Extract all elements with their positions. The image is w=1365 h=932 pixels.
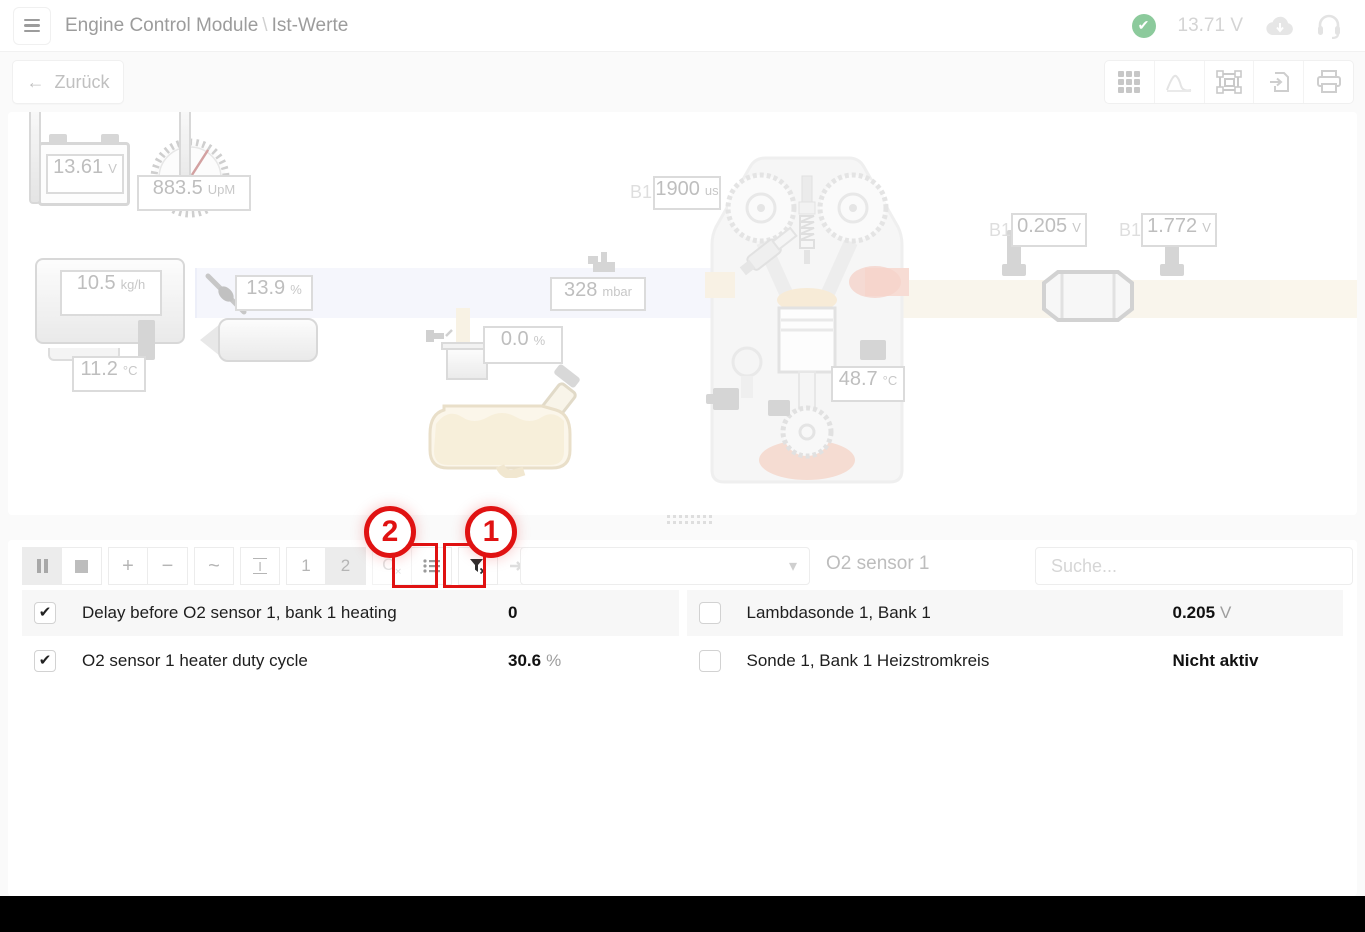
table-row[interactable]: Sonde 1, Bank 1 Heizstromkreis Nicht akt… — [687, 638, 1344, 686]
engine-sensor-right — [860, 340, 886, 360]
grid-icon — [1118, 71, 1140, 93]
breadcrumb-module: Engine Control Module — [65, 15, 258, 36]
stop-icon — [75, 560, 88, 573]
manifold-pressure-box: 328mbar — [550, 277, 646, 311]
annotation-circle-2: 2 — [364, 506, 416, 558]
group-dropdown[interactable]: ▾ — [520, 547, 810, 585]
row-checkbox[interactable]: ✔ — [34, 650, 56, 672]
zoom-in-button[interactable]: + — [108, 547, 148, 585]
selection-box-icon — [1216, 70, 1242, 94]
row-checkbox[interactable] — [699, 602, 721, 624]
stop-button[interactable] — [62, 547, 102, 585]
graph-mode-button[interactable]: ~ — [194, 547, 234, 585]
chart-view-button[interactable] — [1155, 61, 1205, 103]
table-row[interactable]: Lambdasonde 1, Bank 1 0.205V — [687, 590, 1344, 638]
row-label: Lambdasonde 1, Bank 1 — [747, 603, 931, 623]
export-button[interactable] — [1254, 61, 1304, 103]
pause-icon — [37, 559, 48, 573]
row-value: Nicht aktiv — [1173, 651, 1264, 671]
row-value: 30.6% — [508, 651, 561, 671]
breadcrumb-separator: \ — [258, 15, 271, 36]
row-label: Delay before O2 sensor 1, bank 1 heating — [82, 603, 397, 623]
printer-icon — [1316, 70, 1342, 94]
chevron-down-icon: ▾ — [789, 556, 797, 576]
schematic-view-button[interactable] — [1205, 61, 1255, 103]
engine-sensor-left-tip — [706, 394, 716, 404]
engine-diagram-panel: 13.61V 883.5UpM 10.5kg/h 11.2°C — [8, 112, 1357, 515]
maf-temp-sensor-stub — [138, 320, 155, 360]
row-label: O2 sensor 1 heater duty cycle — [82, 651, 308, 671]
purge-valve-box: 0.0% — [483, 326, 563, 364]
row-unit: % — [546, 651, 561, 670]
back-label: Zurück — [54, 72, 109, 93]
breadcrumb: Engine Control Module\Ist-Werte — [65, 15, 348, 37]
engine-speed-box: 883.5UpM — [137, 175, 251, 211]
row-value: 0.205V — [1173, 603, 1232, 623]
min-max-button[interactable]: I — [240, 547, 280, 585]
minus-icon: − — [162, 555, 174, 578]
intake-temp-box: 11.2°C — [72, 356, 146, 392]
catalytic-converter-icon — [1038, 268, 1138, 324]
maf-endcap-left — [29, 112, 41, 204]
idle-actuator-tip — [200, 324, 220, 356]
battery-voltage-status: 13.71 V — [1178, 15, 1244, 37]
back-button[interactable]: ← Zurück — [12, 60, 124, 104]
table-row[interactable]: ✔ Delay before O2 sensor 1, bank 1 heati… — [22, 590, 679, 638]
wave-icon: ~ — [208, 555, 220, 578]
cloud-download-icon[interactable] — [1265, 15, 1295, 37]
coolant-temp-box: 48.7°C — [831, 366, 905, 402]
page-2-label: 2 — [341, 556, 350, 576]
row-checkbox[interactable]: ✔ — [34, 602, 56, 624]
view-toolbar — [1104, 60, 1354, 104]
o2-pre-bank-label: B1 — [989, 220, 1011, 241]
page-2-button[interactable]: 2 — [326, 547, 366, 585]
annotation-circle-1: 1 — [465, 506, 517, 558]
plus-icon: + — [122, 555, 134, 578]
o2-sensor-post-collar — [1160, 264, 1184, 276]
print-button[interactable] — [1304, 61, 1353, 103]
search-input[interactable] — [1035, 547, 1353, 585]
chart-icon — [1166, 72, 1192, 92]
engine-sensor-bottom — [768, 400, 790, 416]
throttle-box: 13.9% — [235, 275, 313, 311]
connection-ok-icon: ✔ — [1132, 14, 1156, 38]
measurements-panel: + − ~ I 1 2 C✕ ▾ — [8, 540, 1357, 896]
engine-schematic: 13.61V 883.5UpM 10.5kg/h 11.2°C — [8, 112, 1357, 515]
app-header: Engine Control Module\Ist-Werte ✔ 13.71 … — [0, 0, 1365, 52]
headset-icon[interactable] — [1317, 13, 1341, 39]
row-checkbox[interactable] — [699, 650, 721, 672]
engine-sensor-left — [713, 388, 739, 410]
grid-view-button[interactable] — [1105, 61, 1155, 103]
system-nav-bar — [0, 896, 1365, 932]
o2-post-bank-label: B1 — [1119, 220, 1141, 241]
back-arrow-icon: ← — [26, 72, 44, 93]
zoom-out-button[interactable]: − — [148, 547, 188, 585]
row-label: Sonde 1, Bank 1 Heizstromkreis — [747, 651, 990, 671]
o2-pre-box: 0.205V — [1011, 213, 1087, 247]
injection-time-box: 1900us — [653, 176, 721, 210]
splitter-drag-handle[interactable] — [667, 515, 712, 524]
breadcrumb-page: Ist-Werte — [272, 15, 349, 36]
export-icon — [1267, 70, 1291, 94]
air-mass-box: 10.5kg/h — [60, 270, 162, 316]
row-value: 0 — [508, 603, 522, 623]
page-1-label: 1 — [301, 556, 310, 576]
min-max-icon: I — [253, 558, 267, 574]
row-unit: V — [1220, 603, 1231, 622]
engine-block-icon — [705, 150, 909, 490]
o2-sensor-pre-collar — [1002, 264, 1026, 276]
group-title: O2 sensor 1 — [826, 553, 930, 575]
o2-post-box: 1.772V — [1141, 213, 1217, 247]
injection-bank-label: B1 — [630, 182, 652, 203]
measurements-table: ✔ Delay before O2 sensor 1, bank 1 heati… — [22, 590, 1343, 686]
fuel-tank-icon — [428, 362, 588, 478]
pause-button[interactable] — [22, 547, 62, 585]
hamburger-menu-icon[interactable] — [13, 7, 51, 45]
page-1-button[interactable]: 1 — [286, 547, 326, 585]
map-sensor-icon — [588, 252, 622, 274]
battery-voltage-box: 13.61V — [46, 154, 124, 194]
table-row[interactable]: ✔ O2 sensor 1 heater duty cycle 30.6% — [22, 638, 679, 686]
idle-actuator-icon — [218, 318, 318, 362]
